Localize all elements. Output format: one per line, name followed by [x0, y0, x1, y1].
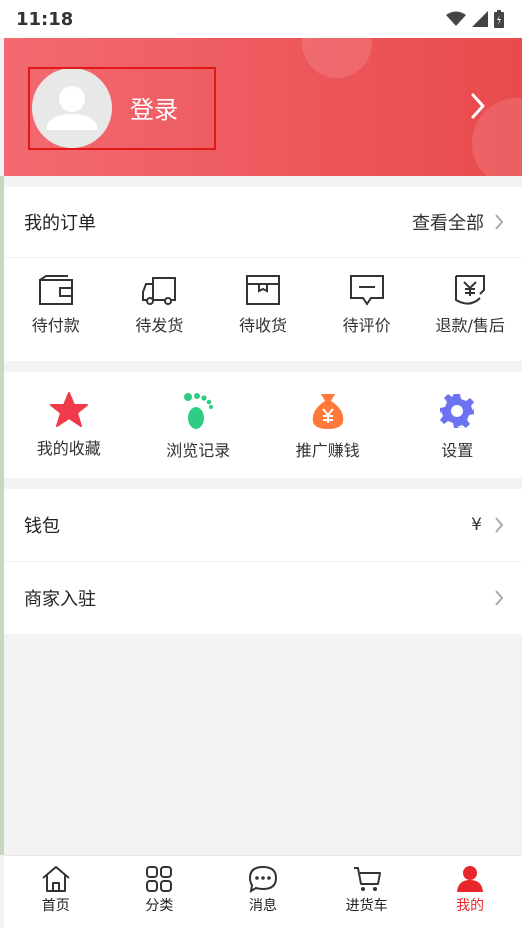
account-list: 钱包 ¥ 商家入驻 [4, 489, 522, 634]
tab-messages[interactable]: 消息 [211, 856, 315, 928]
order-pending-review[interactable]: 待评价 [315, 258, 419, 361]
decor-bubble [302, 38, 372, 78]
refund-icon [452, 274, 488, 306]
login-highlight-box [28, 67, 216, 150]
promote-earn-button[interactable]: 推广赚钱 [263, 372, 393, 478]
browse-history-button[interactable]: 浏览记录 [134, 372, 264, 478]
view-all-orders-button[interactable]: 查看全部 [412, 209, 504, 235]
view-all-label: 查看全部 [412, 209, 484, 235]
status-bar: 11:18 [0, 0, 522, 38]
order-item-label: 待发货 [135, 312, 183, 336]
package-icon [245, 274, 281, 306]
favorites-button[interactable]: 我的收藏 [4, 372, 134, 478]
footprint-icon [181, 392, 215, 430]
wallet-label: 钱包 [24, 512, 60, 538]
signal-icon [472, 11, 488, 27]
orders-title: 我的订单 [24, 209, 96, 235]
tab-cart[interactable]: 进货车 [315, 856, 419, 928]
comment-icon [349, 274, 385, 306]
settings-button[interactable]: 设置 [393, 372, 522, 478]
order-item-label: 待评价 [343, 312, 391, 336]
tool-label: 设置 [441, 437, 473, 461]
merchant-join-label: 商家入驻 [24, 585, 96, 611]
wallet-row[interactable]: 钱包 ¥ [4, 489, 522, 561]
order-pending-receipt[interactable]: 待收货 [211, 258, 315, 361]
money-bag-icon [309, 392, 347, 430]
tab-label: 进货车 [346, 895, 388, 915]
bottom-tab-bar: 首页 分类 消息 进货车 我的 [4, 855, 522, 928]
person-icon [456, 865, 484, 893]
merchant-join-right [494, 589, 504, 607]
order-pending-payment[interactable]: 待付款 [4, 258, 108, 361]
battery-icon [494, 10, 504, 28]
chevron-right-icon [494, 589, 504, 607]
wallet-right: ¥ [471, 515, 504, 535]
tab-label: 分类 [145, 895, 173, 915]
truck-icon [141, 274, 177, 306]
wallet-icon [38, 274, 74, 306]
grid-icon [145, 865, 173, 893]
star-icon [50, 392, 88, 428]
orders-header[interactable]: 我的订单 查看全部 [4, 187, 522, 258]
gear-icon [438, 392, 476, 430]
chevron-right-icon[interactable] [470, 92, 486, 120]
home-icon [41, 865, 71, 893]
order-item-label: 退款/售后 [435, 312, 504, 336]
status-time: 11:18 [16, 9, 73, 30]
chevron-right-icon [494, 213, 504, 231]
tool-label: 我的收藏 [37, 435, 101, 459]
order-item-label: 待付款 [32, 312, 80, 336]
wifi-icon [446, 11, 466, 27]
order-refund-aftersale[interactable]: 退款/售后 [418, 258, 522, 361]
order-item-label: 待收货 [239, 312, 287, 336]
tab-home[interactable]: 首页 [4, 856, 108, 928]
tools-section: 我的收藏 浏览记录 推广赚钱 设置 [4, 372, 522, 478]
status-icons [446, 10, 504, 28]
order-status-row: 待付款 待发货 待收货 待评价 退款/售后 [4, 258, 522, 361]
tool-label: 浏览记录 [166, 437, 230, 461]
tab-label: 我的 [456, 895, 484, 915]
tab-label: 消息 [249, 895, 277, 915]
tab-label: 首页 [42, 895, 70, 915]
message-icon [248, 865, 278, 893]
tool-label: 推广赚钱 [296, 437, 360, 461]
tab-mine[interactable]: 我的 [418, 856, 522, 928]
merchant-join-row[interactable]: 商家入驻 [4, 561, 522, 633]
orders-section: 我的订单 查看全部 待付款 待发货 待收货 待评价 退款/售后 [4, 187, 522, 361]
cart-icon [352, 865, 382, 893]
wallet-balance: ¥ [471, 515, 482, 535]
order-pending-shipment[interactable]: 待发货 [108, 258, 212, 361]
chevron-right-icon [494, 516, 504, 534]
tab-category[interactable]: 分类 [108, 856, 212, 928]
